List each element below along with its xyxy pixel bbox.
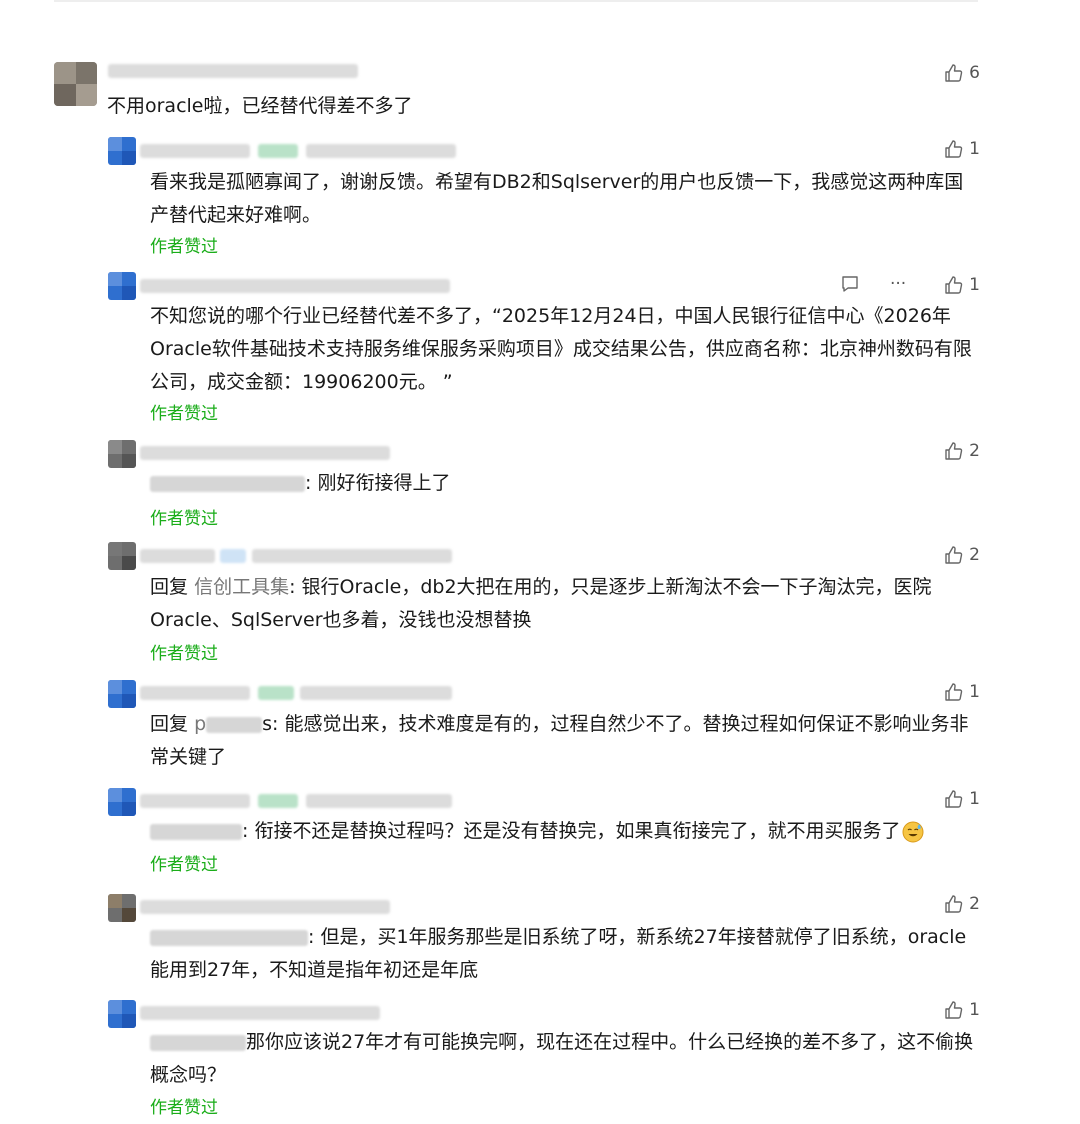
like-button[interactable]: 1 (943, 789, 980, 809)
reply-avatar[interactable] (108, 894, 136, 922)
mention-blurred (150, 1034, 246, 1051)
reply-avatar[interactable] (108, 1000, 136, 1028)
reply-text-row: 那你应该说27年才有可能换完啊，现在还在过程中。什么已经换的差不多了，这不偷换概… (150, 1026, 980, 1092)
like-button[interactable]: 2 (943, 894, 980, 914)
comment-text: 不用oracle啦，已经替代得差不多了 (107, 95, 413, 117)
like-count: 2 (969, 441, 980, 461)
author-badge-blurred (258, 686, 294, 700)
reply-to-user[interactable]: p (194, 713, 206, 735)
reply-meta-blurred (140, 1006, 380, 1020)
reply-text: 不知您说的哪个行业已经替代差不多了，“2025年12月24日，中国人民银行征信中… (150, 305, 972, 393)
author-badge-blurred (258, 144, 298, 158)
reply-user-blurred (140, 144, 250, 158)
like-button[interactable]: 1 (943, 682, 980, 702)
thumbs-up-icon (945, 64, 963, 82)
thumbs-up-icon (945, 683, 963, 701)
top-divider (54, 0, 978, 2)
thumbs-up-icon (945, 1001, 963, 1019)
thumbs-up-icon (945, 140, 963, 158)
reply-meta-blurred (306, 144, 456, 158)
mention-blurred (150, 823, 242, 840)
author-liked-label: 作者赞过 (150, 509, 218, 529)
reply-to-user[interactable]: 信创工具集 (194, 576, 289, 598)
like-count: 2 (969, 545, 980, 565)
thumbs-up-icon (945, 442, 963, 460)
reply-text: s: 能感觉出来，技术难度是有的，过程自然少不了。替换过程如何保证不影响业务非常… (150, 713, 969, 768)
reply-text-row: 回复 p s: 能感觉出来，技术难度是有的，过程自然少不了。替换过程如何保证不影响… (150, 708, 980, 774)
reply-text: 看来我是孤陋寡闻了，谢谢反馈。希望有DB2和Sqlserver的用户也反馈一下，… (150, 171, 964, 226)
like-button[interactable]: 1 (943, 1000, 980, 1020)
reply-avatar[interactable] (108, 542, 136, 570)
reply-avatar[interactable] (108, 137, 136, 165)
thumbs-up-icon (945, 790, 963, 808)
thumbs-up-icon (945, 276, 963, 294)
reply-prefix: 回复 (150, 576, 189, 598)
reply-avatar[interactable] (108, 680, 136, 708)
reply-text: : 刚好衔接得上了 (305, 472, 451, 494)
reply-text-row: : 但是，买1年服务那些是旧系统了呀，新系统27年接替就停了旧系统，oracle… (150, 921, 980, 987)
like-count: 1 (969, 682, 980, 702)
author-liked-label: 作者赞过 (150, 644, 218, 664)
like-button[interactable]: 1 (943, 275, 980, 295)
commenter-avatar[interactable] (54, 62, 97, 106)
like-count: 6 (969, 63, 980, 83)
comment-icon (842, 276, 858, 292)
reply-meta-blurred (140, 279, 450, 293)
like-button[interactable]: 2 (943, 545, 980, 565)
comment-button[interactable] (840, 274, 860, 299)
reply-user-blurred (140, 686, 250, 700)
reply-meta-blurred (140, 446, 390, 460)
like-count: 1 (969, 139, 980, 159)
commenter-meta-blurred (108, 64, 358, 78)
reply-text-row: 回复 信创工具集: 银行Oracle，db2大把在用的，只是逐步上新淘汰不会一下… (150, 571, 980, 637)
like-button[interactable]: 1 (943, 139, 980, 159)
like-count: 1 (969, 275, 980, 295)
like-count: 1 (969, 789, 980, 809)
more-button[interactable]: ··· (890, 274, 906, 294)
like-button[interactable]: 6 (943, 63, 980, 83)
reply-meta-blurred (306, 794, 452, 808)
like-count: 2 (969, 894, 980, 914)
reply-meta-blurred (140, 900, 390, 914)
mention-blurred (206, 716, 263, 733)
author-liked-label: 作者赞过 (150, 1098, 218, 1118)
reply-text-row: : 衔接不还是替换过程吗？还是没有替换完，如果真衔接完了，就不用买服务了 (150, 815, 980, 848)
mention-blurred (150, 929, 308, 946)
author-badge-blurred (258, 794, 298, 808)
reply-meta-blurred (300, 686, 452, 700)
reply-avatar[interactable] (108, 788, 136, 816)
reply-text: 那你应该说27年才有可能换完啊，现在还在过程中。什么已经换的差不多了，这不偷换概… (150, 1031, 974, 1086)
reply-avatar[interactable] (108, 440, 136, 468)
author-liked-label: 作者赞过 (150, 855, 218, 875)
reply-text-row: : 刚好衔接得上了 (150, 467, 980, 500)
thumbs-up-icon (945, 546, 963, 564)
reply-prefix: 回复 (150, 713, 189, 735)
sweat-smile-emoji (902, 821, 924, 842)
reply-meta-blurred (252, 549, 452, 563)
thumbs-up-icon (945, 895, 963, 913)
reply-badge-blurred (220, 549, 246, 563)
mention-blurred (150, 475, 305, 492)
like-count: 1 (969, 1000, 980, 1020)
reply-user-blurred (140, 794, 250, 808)
reply-user-blurred (140, 549, 215, 563)
author-liked-label: 作者赞过 (150, 237, 218, 257)
reply-avatar[interactable] (108, 272, 136, 300)
like-button[interactable]: 2 (943, 441, 980, 461)
reply-text: : 衔接不还是替换过程吗？还是没有替换完，如果真衔接完了，就不用买服务了 (242, 820, 901, 842)
author-liked-label: 作者赞过 (150, 404, 218, 424)
